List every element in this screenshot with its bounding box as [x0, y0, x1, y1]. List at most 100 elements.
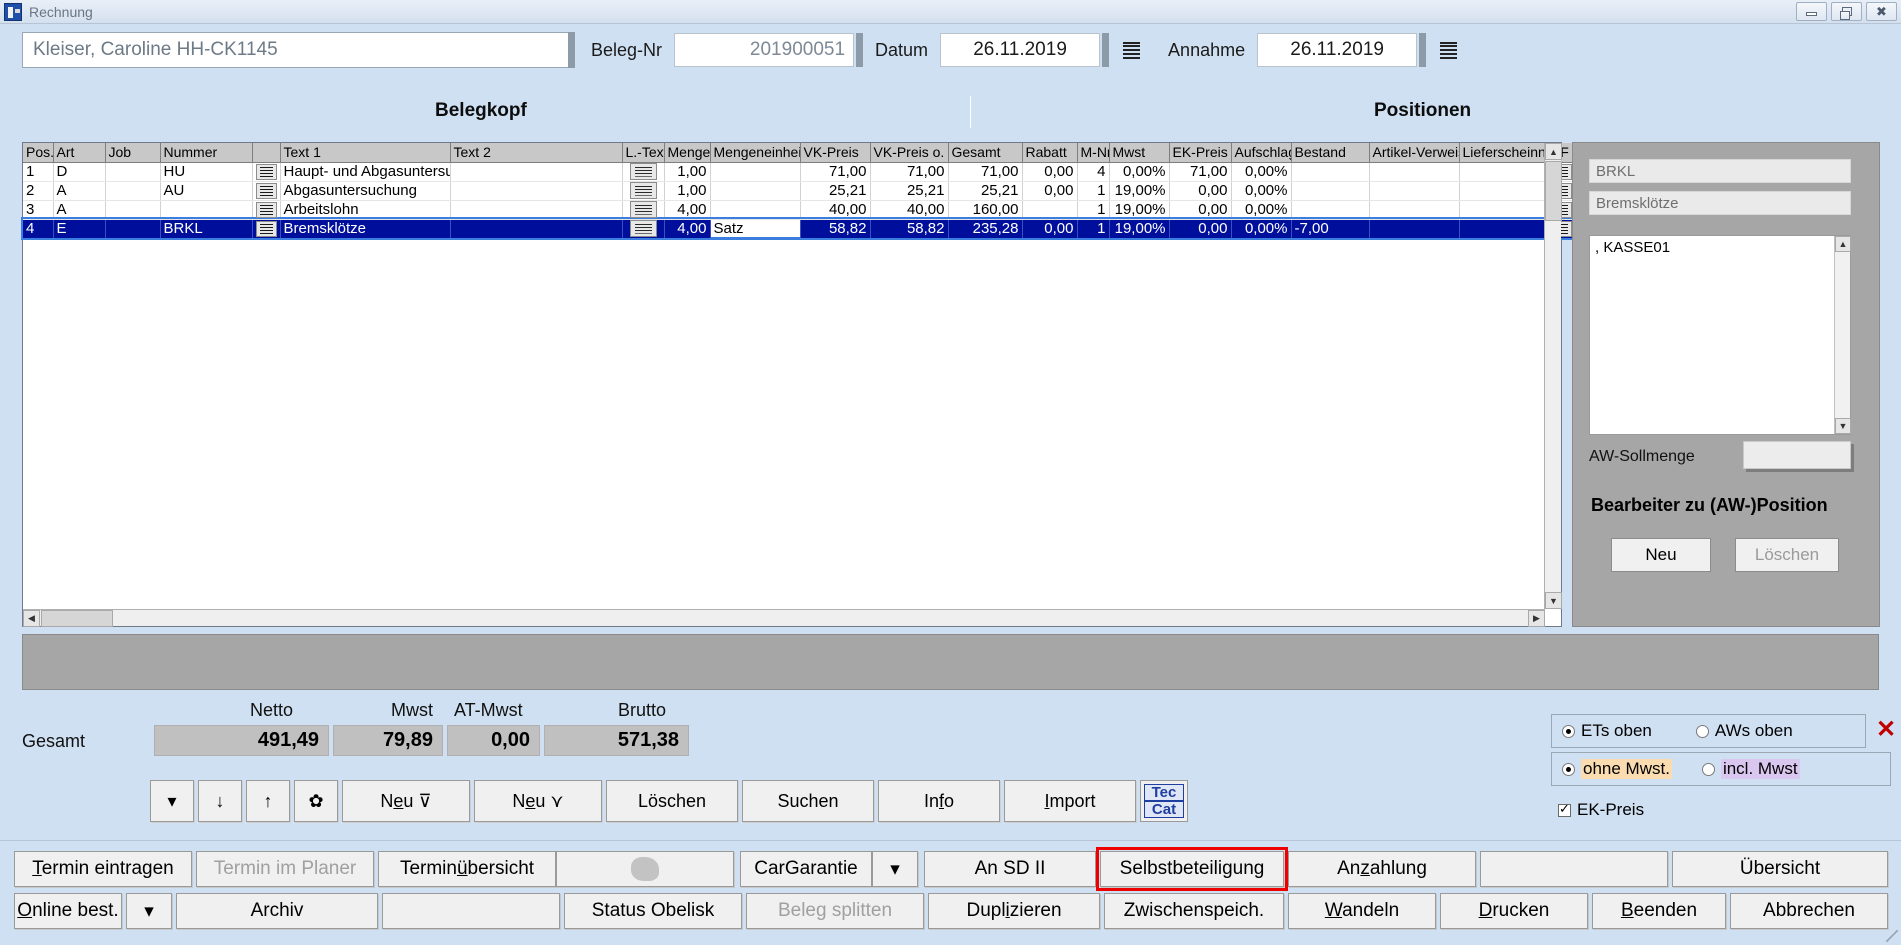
scroll-up-arrow[interactable]: ▲: [1545, 143, 1562, 160]
cell-m-nr[interactable]: 1: [1077, 200, 1110, 220]
row-ltext-button[interactable]: [622, 200, 665, 220]
table-row[interactable]: 2 A AU Abgasuntersuchung 1,00 25,21 25,21 25,21…: [23, 181, 1574, 201]
cell-lieferscheinnr[interactable]: [1459, 200, 1550, 220]
annahme-field[interactable]: 26.11.2019: [1257, 33, 1418, 67]
article-number-field[interactable]: BRKL: [1589, 159, 1851, 183]
cell-gesamt[interactable]: 71,00: [948, 162, 1023, 182]
cell-vk-preis[interactable]: 40,00: [800, 200, 871, 220]
cell-mengeneinheit[interactable]: [710, 200, 801, 220]
aw-sollmenge-field[interactable]: [1743, 441, 1851, 469]
cell-text2[interactable]: [450, 181, 623, 201]
cell-m-nr[interactable]: 1: [1077, 219, 1110, 239]
cell-menge[interactable]: 4,00: [664, 219, 711, 239]
cell-m-nr[interactable]: 4: [1077, 162, 1110, 182]
cell-gesamt[interactable]: 235,28: [948, 219, 1023, 239]
col-mengeneinheit[interactable]: Mengeneinheit: [710, 143, 801, 163]
cell-vk-preis[interactable]: 25,21: [800, 181, 871, 201]
col-text2[interactable]: Text 2: [450, 143, 623, 163]
col-mwst[interactable]: Mwst: [1109, 143, 1170, 163]
neu-down-button[interactable]: Neu ⊽: [342, 780, 470, 822]
cell-pos[interactable]: 3: [23, 200, 54, 220]
radio-incl-mwst[interactable]: incl. Mwst: [1701, 759, 1800, 779]
radio-aws-oben[interactable]: AWs oben: [1695, 721, 1793, 741]
col-menge[interactable]: Menge: [664, 143, 711, 163]
grid-hscroll-thumb[interactable]: [41, 610, 113, 627]
section-belegkopf[interactable]: Belegkopf: [435, 100, 527, 122]
cell-ek-preis[interactable]: 0,00: [1169, 219, 1232, 239]
cell-bestand[interactable]: [1291, 181, 1370, 201]
dropdown-button[interactable]: ▾: [150, 780, 194, 822]
duplizieren-button[interactable]: Duplizieren: [928, 893, 1100, 929]
restore-button[interactable]: [1831, 2, 1862, 21]
col-vk-preis-o[interactable]: VK-Preis o.: [870, 143, 949, 163]
annahme-spinner[interactable]: [1419, 33, 1427, 67]
col-m-nr[interactable]: M-Nr: [1077, 143, 1110, 163]
cell-bestand[interactable]: [1291, 200, 1370, 220]
cell-job[interactable]: [105, 200, 161, 220]
row-text-button[interactable]: [252, 200, 281, 220]
an-sd-ii-button[interactable]: An SD II: [924, 851, 1096, 887]
cell-aufschlag[interactable]: 0,00%: [1231, 181, 1292, 201]
beleg-nr-spinner[interactable]: [856, 33, 864, 67]
row-ltext-button[interactable]: [622, 219, 665, 239]
cell-text2[interactable]: [450, 200, 623, 220]
col-nummer[interactable]: Nummer: [160, 143, 253, 163]
customer-field[interactable]: Kleiser, Caroline HH-CK1145: [22, 32, 569, 68]
table-row[interactable]: 1DHUHaupt- und Abgasuntersuchu1,0071,007…: [23, 162, 1574, 182]
list-scroll-up-arrow[interactable]: ▲: [1835, 236, 1851, 252]
archiv-button[interactable]: Archiv: [176, 893, 378, 929]
uebersicht-button[interactable]: Übersicht: [1672, 851, 1888, 887]
grid-vertical-scrollbar[interactable]: ▲ ▼: [1544, 143, 1562, 609]
datum-list-icon[interactable]: [1123, 41, 1141, 59]
cell-artikel-verweise[interactable]: [1369, 181, 1460, 201]
cell-rabatt[interactable]: 0,00: [1022, 181, 1078, 201]
radio-ets-oben[interactable]: ETs oben: [1562, 721, 1652, 741]
row-ltext-button[interactable]: [622, 181, 665, 201]
minimize-button[interactable]: [1796, 2, 1827, 21]
status-obelisk-button[interactable]: Status Obelisk: [564, 893, 742, 929]
cell-nummer[interactable]: BRKL: [160, 219, 253, 239]
suchen-button[interactable]: Suchen: [742, 780, 874, 822]
cell-text1[interactable]: Abgasuntersuchung: [280, 181, 451, 201]
col-art[interactable]: Art: [53, 143, 106, 163]
list-scroll-down-arrow[interactable]: ▼: [1835, 418, 1851, 434]
row-text-button[interactable]: [252, 162, 281, 182]
cell-text2[interactable]: [450, 219, 623, 239]
zwischenspeichern-button[interactable]: Zwischenspeich.: [1104, 893, 1284, 929]
abbrechen-button[interactable]: Abbrechen: [1730, 893, 1888, 929]
move-up-button[interactable]: ↑: [246, 780, 290, 822]
col-gesamt[interactable]: Gesamt: [948, 143, 1023, 163]
cell-vk-preis-o[interactable]: 71,00: [870, 162, 949, 182]
cell-job[interactable]: [105, 162, 161, 182]
termin-eintragen-button[interactable]: Termin eintragen: [14, 851, 192, 887]
cell-gesamt[interactable]: 160,00: [948, 200, 1023, 220]
settings-button[interactable]: ✿: [294, 780, 338, 822]
customer-field-spinner[interactable]: [568, 32, 575, 68]
cell-art[interactable]: A: [53, 200, 106, 220]
row-text-button[interactable]: [252, 219, 281, 239]
cell-mwst[interactable]: 19,00%: [1109, 200, 1170, 220]
position-list-scrollbar[interactable]: ▲ ▼: [1834, 236, 1851, 434]
col-rabatt[interactable]: Rabatt: [1022, 143, 1078, 163]
table-row[interactable]: 3 A Arbeitslohn 4,00 40,00 40,00 160,00 1 19,00%…: [23, 200, 1574, 220]
cell-mwst[interactable]: 19,00%: [1109, 181, 1170, 201]
col-ek-preis[interactable]: EK-Preis: [1169, 143, 1232, 163]
move-down-button[interactable]: ↓: [198, 780, 242, 822]
col-pos[interactable]: Pos.: [23, 143, 54, 163]
cell-artikel-verweise[interactable]: [1369, 162, 1460, 182]
bearbeiter-neu-button[interactable]: Neu: [1611, 538, 1711, 572]
position-list-item[interactable]: , KASSE01: [1595, 239, 1845, 256]
radio-ohne-mwst[interactable]: ohne Mwst.: [1562, 759, 1672, 779]
close-button[interactable]: ✖: [1866, 2, 1897, 21]
cell-vk-preis[interactable]: 58,82: [800, 219, 871, 239]
online-best-button[interactable]: Online best.: [14, 893, 122, 929]
position-list[interactable]: , KASSE01 ▲ ▼: [1589, 235, 1851, 435]
annahme-list-icon[interactable]: [1440, 41, 1458, 59]
cell-text1[interactable]: Haupt- und Abgasuntersuchu: [280, 162, 451, 182]
cell-job[interactable]: [105, 219, 161, 239]
cell-mwst[interactable]: 19,00%: [1109, 219, 1170, 239]
grid-horizontal-scrollbar[interactable]: ◀ ▶: [23, 609, 1545, 627]
cell-aufschlag[interactable]: 0,00%: [1231, 162, 1292, 182]
beleg-nr-field[interactable]: 201900051: [674, 33, 855, 67]
terminuebersicht-button[interactable]: Terminübersicht: [378, 851, 556, 887]
